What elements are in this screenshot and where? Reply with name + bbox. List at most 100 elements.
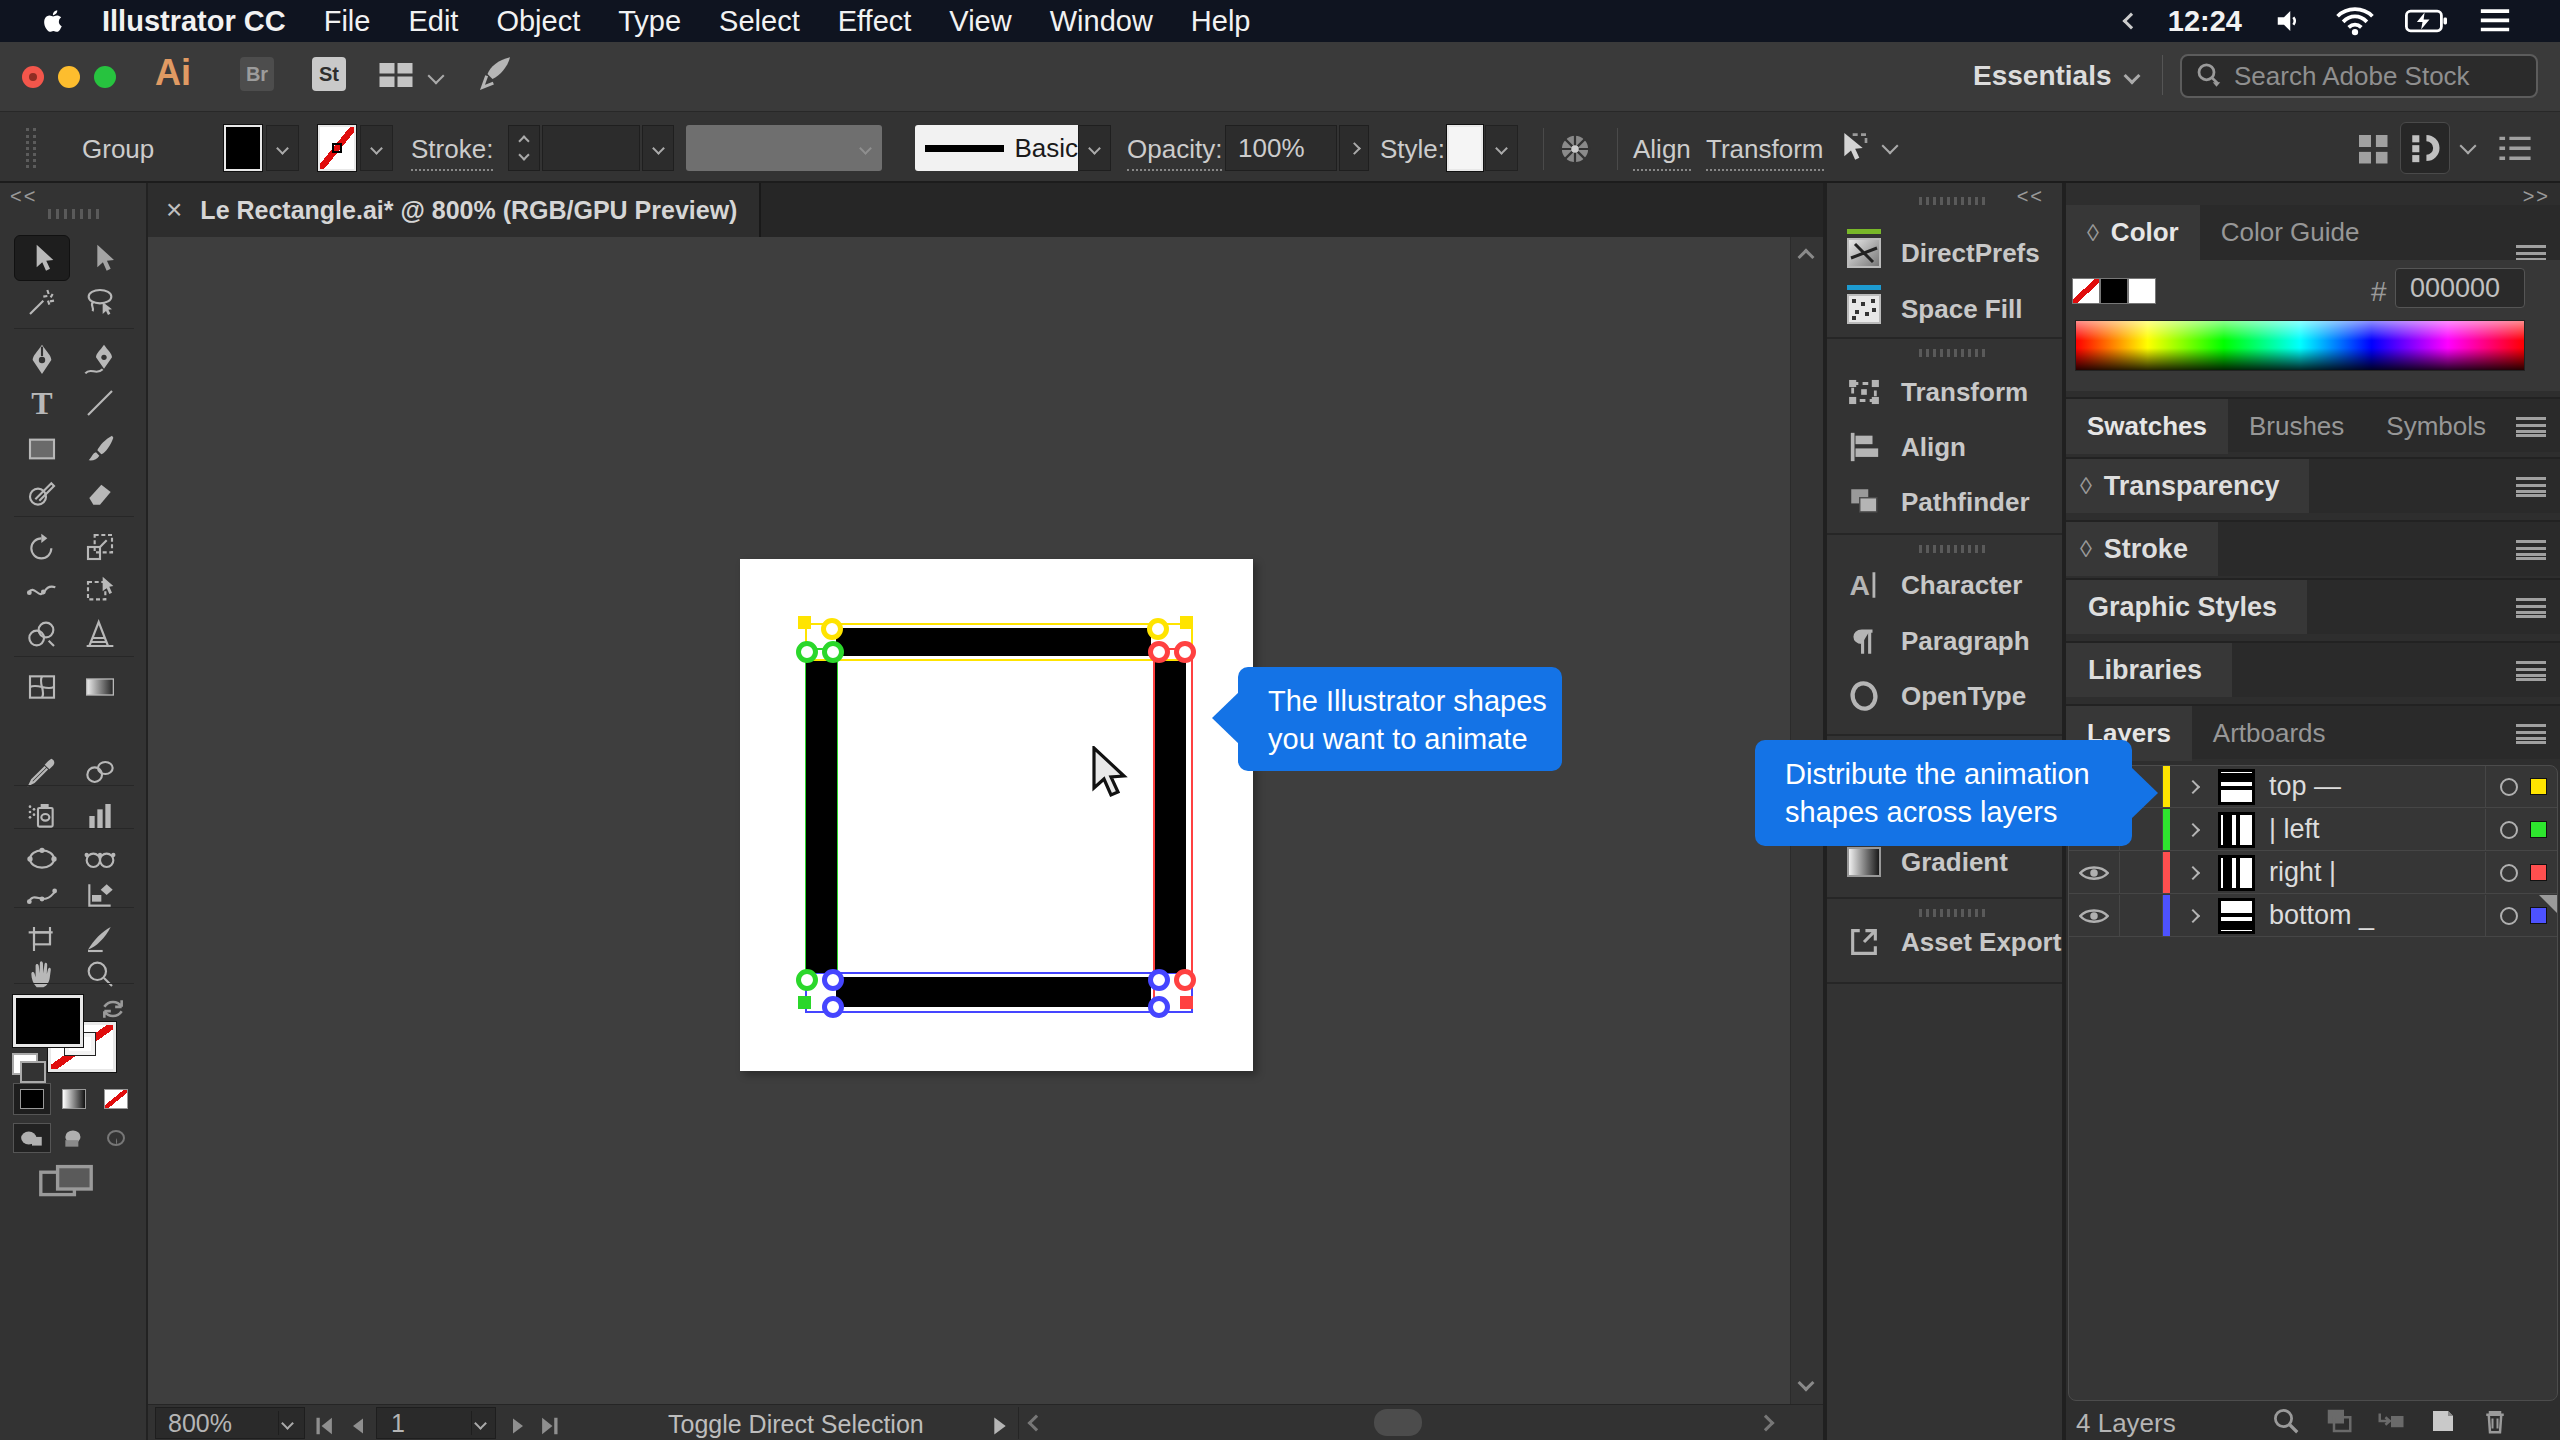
panel-button-gradient[interactable]: Gradient (1827, 840, 2062, 884)
tool-width[interactable] (20, 569, 64, 611)
tool-zoom[interactable] (78, 953, 122, 995)
delete-layer-icon[interactable] (2480, 1406, 2510, 1440)
color-none-swatch[interactable] (2072, 278, 2100, 304)
tool-pen[interactable] (20, 339, 64, 381)
document-tab[interactable]: × Le Rectangle.ai* @ 800% (RGB/GPU Previ… (148, 183, 761, 237)
tool-rectangle[interactable] (20, 428, 64, 470)
tool-paintbrush[interactable] (78, 428, 122, 470)
swatches-menu-icon[interactable] (2516, 417, 2546, 437)
anchor-point[interactable] (796, 641, 818, 663)
graphic-styles-menu-icon[interactable] (2516, 598, 2546, 618)
tool-scale[interactable] (78, 526, 122, 568)
swap-fill-stroke-icon[interactable] (100, 998, 126, 1020)
anchor-point[interactable] (821, 618, 843, 640)
hex-value-field[interactable]: 000000 (2395, 268, 2525, 308)
menu-effect[interactable]: Effect (838, 5, 912, 38)
menu-window[interactable]: Window (1050, 5, 1153, 38)
graphic-styles-panel-header[interactable]: Graphic Styles (2066, 578, 2560, 634)
anchor-point[interactable] (1148, 969, 1170, 991)
color-spectrum-bar[interactable] (2075, 320, 2525, 371)
dock-grip[interactable] (1919, 349, 1989, 357)
stroke-weight-stepper[interactable] (508, 125, 540, 171)
style-swatch[interactable] (1447, 125, 1483, 171)
stroke-panel-header[interactable]: ◊Stroke (2066, 520, 2560, 576)
stock-icon[interactable]: St (312, 57, 346, 91)
new-sublayer-icon[interactable] (2376, 1406, 2406, 1440)
hscroll-thumb[interactable] (1374, 1409, 1422, 1436)
layer-name[interactable]: top — (2269, 771, 2341, 802)
battery-icon[interactable] (2405, 6, 2447, 36)
shape-bottom-bar[interactable] (836, 977, 1151, 1007)
expand-chevron-icon[interactable] (2188, 864, 2198, 882)
anchor-point[interactable] (1147, 618, 1169, 640)
style-control[interactable] (1447, 125, 1518, 171)
tool-gradient[interactable] (78, 666, 122, 708)
default-fill-stroke-icon-back[interactable] (20, 1061, 46, 1083)
clipping-mask-icon[interactable] (2324, 1406, 2354, 1440)
toolbar-grip[interactable] (48, 209, 100, 219)
menubar-collapse-icon[interactable] (2122, 13, 2139, 30)
stroke-weight-field[interactable] (542, 125, 640, 171)
adobe-stock-search[interactable]: Search Adobe Stock (2180, 54, 2538, 98)
layer-thumbnail[interactable] (2218, 898, 2255, 934)
snap-options-button[interactable] (2400, 122, 2450, 174)
fill-swatch[interactable] (224, 125, 262, 171)
opacity-expand-icon[interactable] (1339, 125, 1369, 171)
tool-curve-nodes[interactable] (20, 874, 64, 916)
tab-close-icon[interactable]: × (166, 194, 182, 226)
anchor-point[interactable] (822, 641, 844, 663)
isolate-chevron-icon[interactable] (1882, 138, 1899, 155)
menu-app-name[interactable]: Illustrator CC (102, 5, 286, 38)
handle-square[interactable] (798, 616, 811, 629)
draw-behind-button[interactable] (55, 1123, 93, 1153)
menu-select[interactable]: Select (719, 5, 800, 38)
handle-square[interactable] (1180, 996, 1193, 1009)
panel-button-character[interactable]: A Character (1827, 563, 2062, 607)
transform-link[interactable]: Transform (1706, 134, 1824, 171)
previous-artboard-icon[interactable] (348, 1413, 368, 1440)
libraries-panel-header[interactable]: Libraries (2066, 641, 2560, 697)
tool-blend[interactable] (78, 751, 122, 793)
next-artboard-icon[interactable] (508, 1413, 528, 1440)
panel-button-paragraph[interactable]: Paragraph (1827, 619, 2062, 663)
tool-rotate[interactable] (20, 526, 64, 568)
fill-chevron-icon[interactable] (266, 125, 299, 171)
style-chevron-icon[interactable] (1485, 125, 1518, 171)
tool-free-transform[interactable] (78, 569, 122, 611)
tab-brushes[interactable]: Brushes (2228, 399, 2365, 454)
artboard-number-dropdown[interactable]: 1 (376, 1407, 496, 1439)
workspace-switcher[interactable]: Essentials (1973, 60, 2112, 92)
tool-measure[interactable] (78, 874, 122, 916)
tool-hand[interactable] (20, 953, 64, 995)
apple-icon[interactable] (40, 6, 66, 36)
wifi-icon[interactable] (2336, 6, 2374, 36)
document-grid-icon[interactable] (2356, 132, 2392, 175)
tool-mesh[interactable] (20, 666, 64, 708)
control-menu-icon[interactable] (2498, 134, 2532, 171)
align-link[interactable]: Align (1633, 134, 1691, 171)
menu-type[interactable]: Type (618, 5, 681, 38)
shape-left-bar[interactable] (806, 661, 837, 973)
new-layer-icon[interactable] (2428, 1406, 2458, 1440)
layer-selection-square[interactable] (2530, 778, 2547, 795)
opacity-label[interactable]: Opacity: (1127, 134, 1222, 171)
visibility-toggle[interactable] (2069, 852, 2120, 893)
menu-edit[interactable]: Edit (408, 5, 458, 38)
layer-thumbnail[interactable] (2218, 812, 2255, 848)
control-bar-grip[interactable] (26, 128, 36, 168)
layer-selection-square[interactable] (2530, 864, 2547, 881)
panel-button-asset-export[interactable]: Asset Export (1827, 920, 2062, 964)
menu-help[interactable]: Help (1191, 5, 1251, 38)
tool-magic-wand[interactable] (20, 281, 64, 323)
share-rocket-icon[interactable] (475, 54, 515, 98)
snap-chevron-icon[interactable] (2460, 138, 2477, 155)
layer-thumbnail[interactable] (2218, 769, 2255, 805)
stroke-chevron-icon[interactable] (360, 125, 393, 171)
hscroll-left-icon[interactable] (1028, 1415, 1045, 1432)
last-artboard-icon[interactable] (538, 1413, 560, 1440)
handle-square[interactable] (798, 996, 811, 1009)
tool-direct-selection[interactable] (78, 237, 122, 279)
anchor-point[interactable] (1148, 641, 1170, 663)
lock-toggle[interactable] (2120, 895, 2163, 936)
color-black-swatch[interactable] (2100, 278, 2128, 304)
